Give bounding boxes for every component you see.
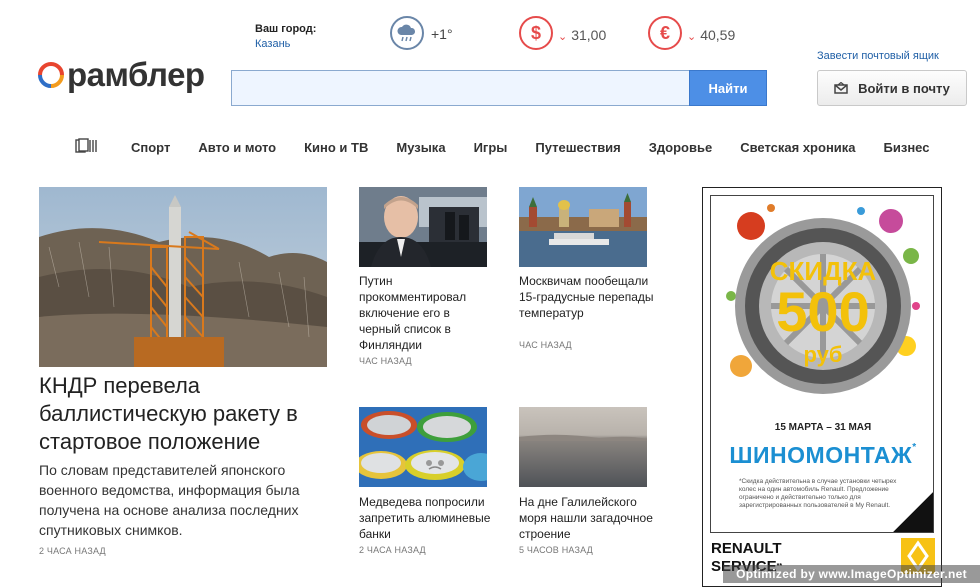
main-story-description: По словам представителей японского военн… <box>39 462 300 538</box>
nav-item-auto[interactable]: Авто и мото <box>198 140 276 155</box>
ad-service-title: ШИНОМОНТАЖ* <box>711 442 933 469</box>
ad-dates: 15 МАРТА – 31 МАЯ <box>774 422 872 433</box>
main-story-image[interactable] <box>39 187 327 367</box>
story-image-moscow[interactable] <box>519 187 647 267</box>
story-title-sea[interactable]: На дне Галилейского моря нашли загадочно… <box>519 494 654 542</box>
usd-rate: ⌄ 31,00 <box>558 27 606 43</box>
ad-discount-amount: 500 <box>776 280 870 343</box>
watermark: Optimized by www.ImageOptimizer.net <box>723 565 980 583</box>
nav-item-music[interactable]: Музыка <box>396 140 445 155</box>
login-mail-button[interactable]: Войти в почту <box>817 70 967 106</box>
renault-ad-banner[interactable]: СКИДКА 500 руб 15 МАРТА – 31 МАЯ ШИНОМОН… <box>702 187 942 587</box>
story-image-putin[interactable] <box>359 187 487 267</box>
story-time-cans: 2 ЧАСА НАЗАД <box>359 545 426 555</box>
chevron-down-icon: ⌄ <box>558 31 568 43</box>
nav-item-travel[interactable]: Путешествия <box>535 140 620 155</box>
ad-fine-print: *Скидка действительна в случае установки… <box>739 478 897 509</box>
nav-item-health[interactable]: Здоровье <box>649 140 712 155</box>
top-navigation: Спорт Авто и мото Кино и ТВ Музыка Игры … <box>75 138 929 157</box>
page-curl-corner <box>893 492 933 532</box>
usd-rate-value: 31,00 <box>571 27 607 43</box>
main-story-time: 2 ЧАСА НАЗАД <box>39 546 106 556</box>
eur-rate-value: 40,59 <box>700 27 736 43</box>
story-title-moscow[interactable]: Москвичам пообещали 15-градусные перепад… <box>519 273 654 321</box>
story-time-moscow: ЧАС НАЗАД <box>519 340 572 350</box>
ad-service-label: ШИНОМОНТАЖ <box>729 442 913 468</box>
story-title-putin[interactable]: Путин прокомментировал включение его в ч… <box>359 273 494 353</box>
cloud-rain-icon <box>397 24 416 42</box>
login-mail-label: Войти в почту <box>858 80 950 96</box>
story-time-putin: ЧАС НАЗАД <box>359 356 412 366</box>
weather-temperature: +1° <box>431 26 453 42</box>
nav-item-cinema-tv[interactable]: Кино и ТВ <box>304 140 368 155</box>
rambler-logo[interactable]: рамблер <box>37 58 205 91</box>
city-label: Ваш город: <box>255 23 317 35</box>
nav-item-business[interactable]: Бизнес <box>884 140 930 155</box>
nav-item-celebrity[interactable]: Светская хроника <box>740 140 855 155</box>
story-time-sea: 5 ЧАСОВ НАЗАД <box>519 545 593 555</box>
story-image-cans[interactable] <box>359 407 487 487</box>
rubrics-icon[interactable] <box>75 138 97 157</box>
search-button[interactable]: Найти <box>689 70 767 106</box>
create-mailbox-link[interactable]: Завести почтовый ящик <box>817 50 939 62</box>
chevron-down-icon: ⌄ <box>687 31 697 43</box>
rambler-logo-icon <box>38 61 64 88</box>
nav-item-sport[interactable]: Спорт <box>131 140 170 155</box>
nav-item-games[interactable]: Игры <box>474 140 508 155</box>
main-story-title[interactable]: КНДР перевела баллистическую ракету в ст… <box>39 372 339 456</box>
ad-service-mark: * <box>912 442 917 453</box>
dollar-icon[interactable]: $ <box>519 16 553 50</box>
ad-brand-line1: RENAULT <box>711 540 782 557</box>
euro-icon[interactable]: € <box>648 16 682 50</box>
story-title-cans[interactable]: Медведева попросили запретить алюминевые… <box>359 494 494 542</box>
ad-discount-currency: руб <box>803 342 843 367</box>
envelope-icon <box>834 82 848 94</box>
city-link[interactable]: Казань <box>255 38 290 50</box>
search-input[interactable] <box>231 70 690 106</box>
story-image-sea[interactable] <box>519 407 647 487</box>
ad-poster: СКИДКА 500 руб 15 МАРТА – 31 МАЯ ШИНОМОН… <box>710 195 934 533</box>
eur-rate: ⌄ 40,59 <box>687 27 735 43</box>
weather-badge[interactable] <box>390 16 424 50</box>
logo-text: рамблер <box>67 56 205 93</box>
